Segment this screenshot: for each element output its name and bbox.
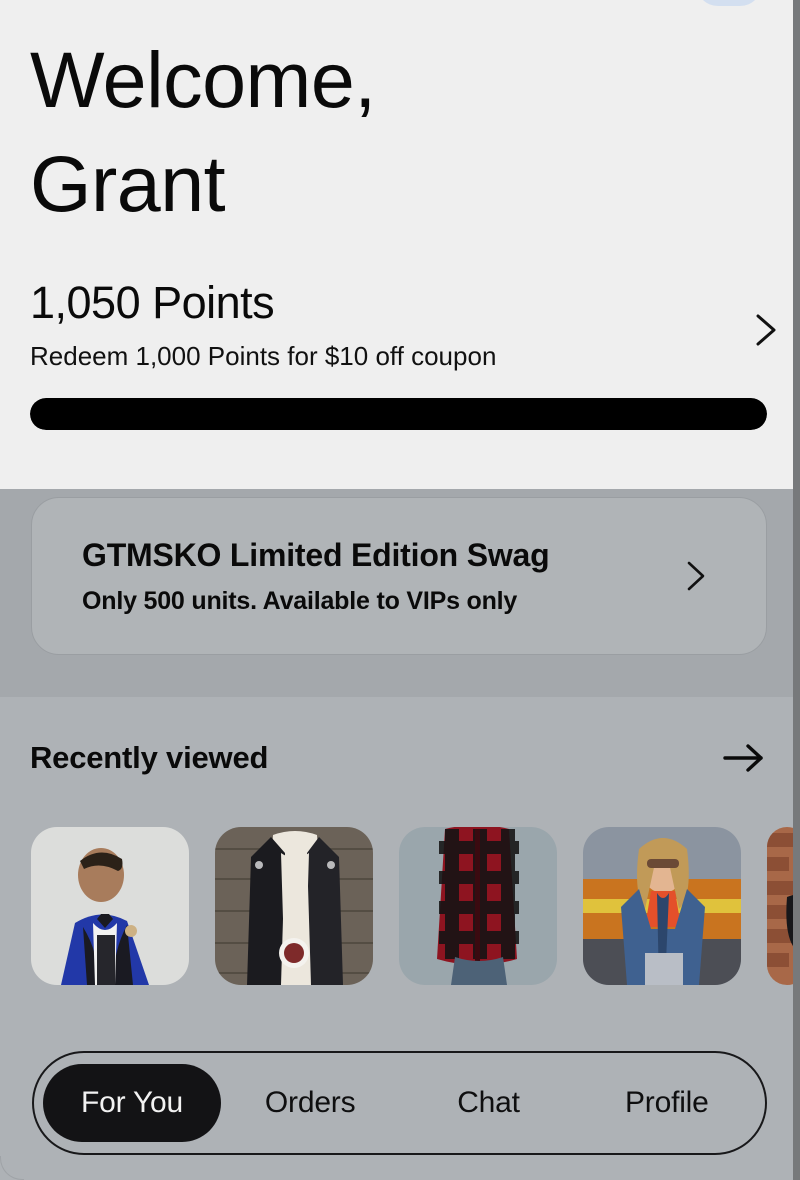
list-item[interactable] — [215, 827, 373, 985]
points-value: 1,050 Points — [30, 277, 275, 328]
list-item[interactable] — [767, 827, 793, 985]
chevron-right-icon[interactable] — [680, 556, 710, 596]
product-thumbnail-4 — [583, 827, 741, 985]
product-thumbnail-5 — [767, 827, 793, 985]
promo-title: GTMSKO Limited Edition Swag — [82, 536, 550, 573]
app-screen: Welcome, Grant 1,050 Points Redeem 1,000… — [0, 0, 800, 1180]
points-redeem-label: Redeem 1,000 Points for $10 off coupon — [30, 340, 497, 371]
product-thumbnail-2 — [215, 827, 373, 985]
tab-orders[interactable]: Orders — [221, 1064, 399, 1142]
recently-viewed-carousel[interactable] — [31, 827, 793, 987]
promo-subtitle: Only 500 units. Available to VIPs only — [82, 587, 518, 616]
tab-for-you[interactable]: For You — [43, 1064, 221, 1142]
recently-viewed-header: Recently viewed — [30, 740, 767, 776]
tab-profile[interactable]: Profile — [578, 1064, 756, 1142]
points-summary[interactable]: 1,050 Points Redeem 1,000 Points for $10… — [30, 278, 730, 370]
page-scrollbar[interactable] — [793, 0, 800, 1180]
chevron-right-icon[interactable] — [748, 308, 782, 352]
arrow-right-icon[interactable] — [721, 741, 767, 775]
points-progress-fill — [30, 398, 767, 430]
bottom-nav: For You Orders Chat Profile — [32, 1051, 767, 1155]
recently-viewed-title: Recently viewed — [30, 740, 269, 775]
list-item[interactable] — [583, 827, 741, 985]
tab-chat[interactable]: Chat — [399, 1064, 577, 1142]
product-thumbnail-3 — [399, 827, 557, 985]
points-progress-bar — [30, 398, 767, 430]
product-thumbnail-1 — [31, 827, 189, 985]
promo-text-group: GTMSKO Limited Edition Swag Only 500 uni… — [32, 536, 680, 616]
list-item[interactable] — [31, 827, 189, 985]
promo-banner-card[interactable]: GTMSKO Limited Edition Swag Only 500 uni… — [31, 497, 767, 655]
notification-indicator-icon — [696, 0, 762, 6]
page-title: Welcome, Grant — [30, 35, 376, 229]
list-item[interactable] — [399, 827, 557, 985]
